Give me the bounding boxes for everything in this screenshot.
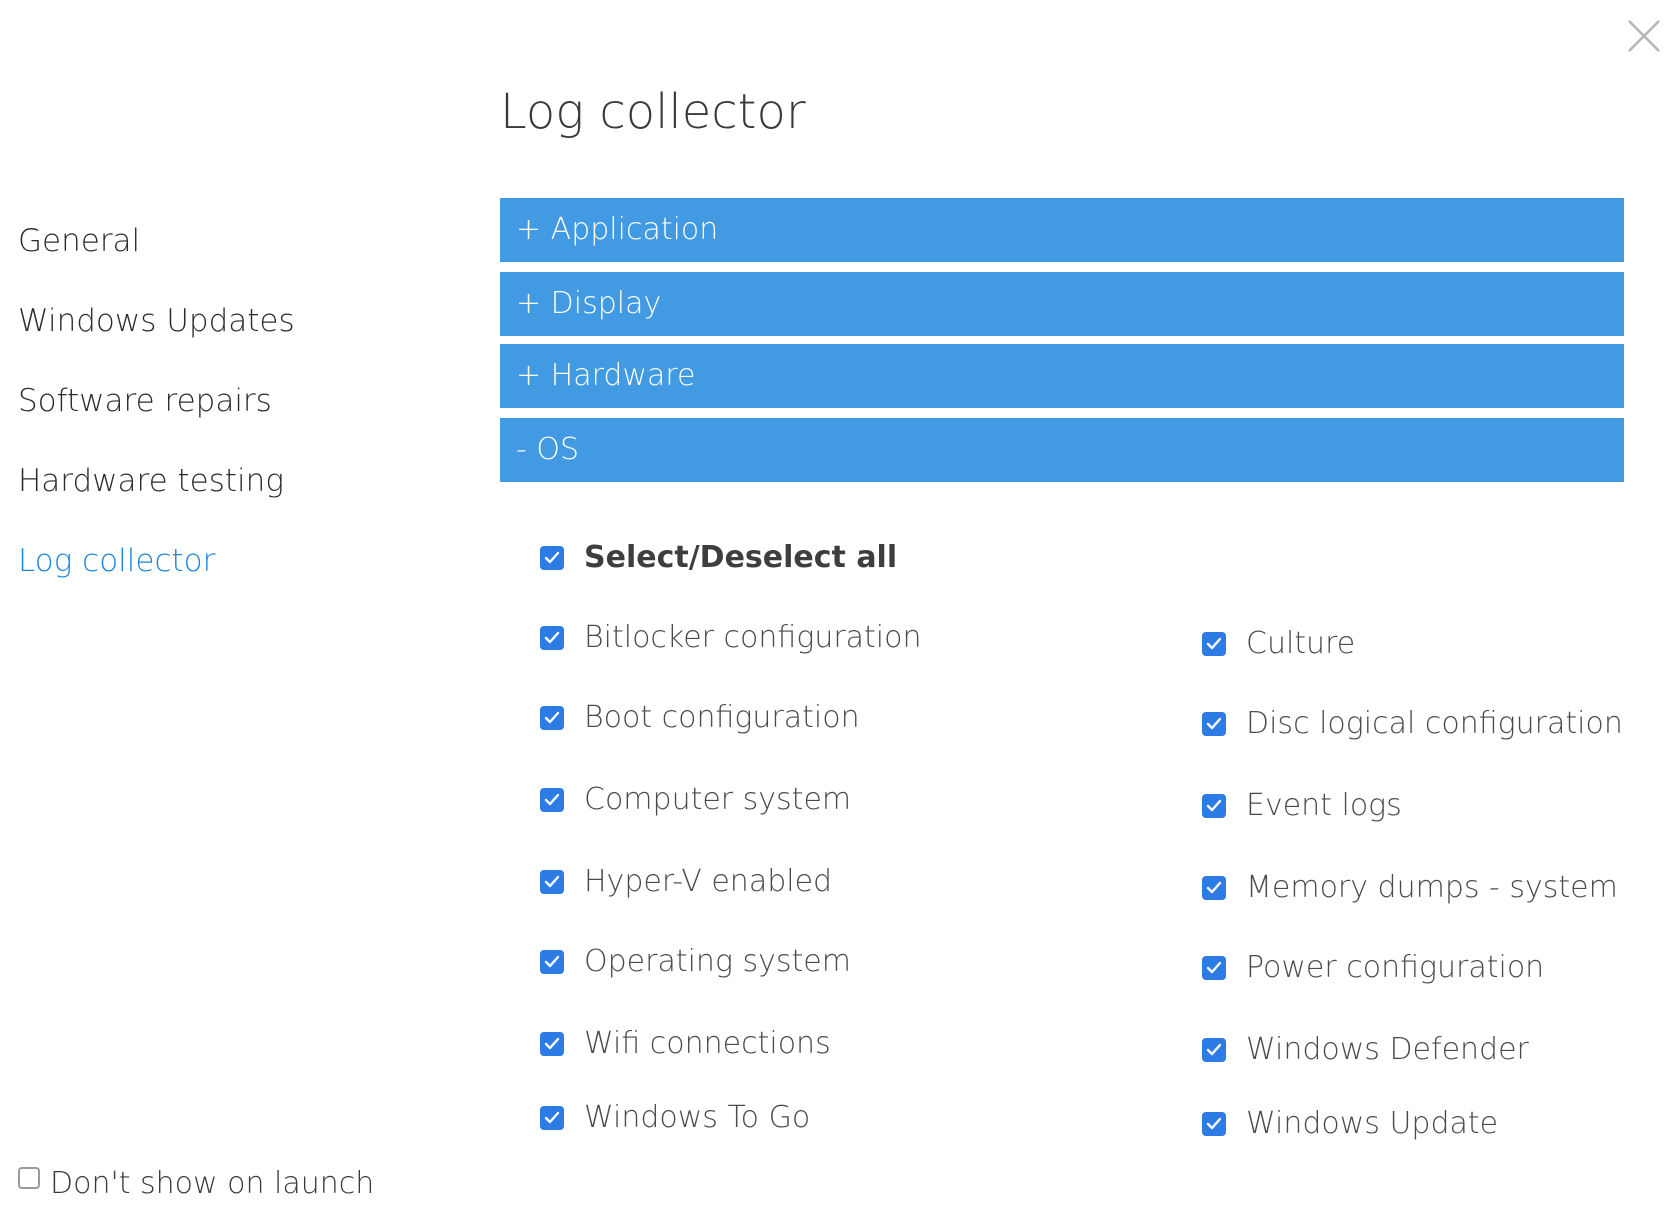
checked-box-icon <box>1202 1112 1226 1136</box>
option-label: Operating system <box>584 944 851 979</box>
close-icon <box>1628 20 1660 52</box>
section-header-os[interactable]: - OS <box>500 418 1624 482</box>
option-label: Windows Update <box>1246 1106 1499 1141</box>
checked-box-icon <box>1202 632 1226 656</box>
option-boot-configuration[interactable]: Boot configuration <box>540 698 860 738</box>
option-label: Culture <box>1246 626 1356 661</box>
section-header-hardware[interactable]: + Hardware <box>500 344 1624 408</box>
option-wifi-connections[interactable]: Wifi connections <box>540 1024 831 1064</box>
option-label: Power configuration <box>1246 950 1545 985</box>
sidebar-item-hardware-testing[interactable]: Hardware testing <box>18 461 284 501</box>
option-bitlocker-configuration[interactable]: Bitlocker configuration <box>540 618 922 658</box>
sidebar-item-software-repairs[interactable]: Software repairs <box>18 381 272 421</box>
checked-box-icon <box>540 1032 564 1056</box>
checked-box-icon <box>1202 794 1226 818</box>
option-label: Hyper-V enabled <box>584 864 833 899</box>
checked-box-icon <box>540 950 564 974</box>
page-title: Log collector <box>500 84 806 140</box>
option-label: Windows To Go <box>584 1100 811 1135</box>
option-label: Wifi connections <box>584 1026 831 1061</box>
option-windows-defender[interactable]: Windows Defender <box>1202 1030 1529 1070</box>
sidebar-item-log-collector[interactable]: Log collector <box>18 541 215 581</box>
checked-box-icon <box>1202 1038 1226 1062</box>
sidebar-nav: General Windows Updates Software repairs… <box>0 0 400 1232</box>
checked-box-icon <box>540 706 564 730</box>
option-hyper-v-enabled[interactable]: Hyper-V enabled <box>540 862 832 902</box>
sidebar-item-windows-updates[interactable]: Windows Updates <box>18 301 295 341</box>
option-memory-dumps-system[interactable]: Memory dumps - system <box>1202 868 1618 908</box>
option-computer-system[interactable]: Computer system <box>540 780 851 820</box>
option-label: Disc logical configuration <box>1246 706 1623 741</box>
checked-box-icon <box>1202 956 1226 980</box>
option-label: Windows Defender <box>1246 1032 1529 1067</box>
checked-box-icon <box>1202 876 1226 900</box>
option-label: Memory dumps - system <box>1246 870 1618 905</box>
dont-show-on-launch-label: Don't show on launch <box>50 1166 375 1201</box>
option-label: Boot configuration <box>584 700 860 735</box>
select-all-label: Select/Deselect all <box>584 540 898 575</box>
checked-box-icon <box>540 626 564 650</box>
option-windows-to-go[interactable]: Windows To Go <box>540 1098 810 1138</box>
close-button[interactable] <box>1626 18 1662 54</box>
checked-box-icon <box>540 788 564 812</box>
checked-box-icon <box>540 546 564 570</box>
section-header-application[interactable]: + Application <box>500 198 1624 262</box>
sidebar-item-general[interactable]: General <box>18 221 140 261</box>
option-event-logs[interactable]: Event logs <box>1202 786 1402 826</box>
checked-box-icon <box>1202 712 1226 736</box>
option-culture[interactable]: Culture <box>1202 624 1355 664</box>
log-collector-dialog: General Windows Updates Software repairs… <box>0 0 1672 1232</box>
checked-box-icon <box>540 870 564 894</box>
dont-show-on-launch-checkbox[interactable]: Don't show on launch <box>18 1164 374 1204</box>
option-label: Bitlocker configuration <box>584 620 922 655</box>
checked-box-icon <box>540 1106 564 1130</box>
option-label: Event logs <box>1246 788 1402 823</box>
option-disc-logical-configuration[interactable]: Disc logical configuration <box>1202 704 1623 744</box>
unchecked-box-icon <box>18 1167 40 1189</box>
select-all-checkbox[interactable]: Select/Deselect all <box>540 538 897 578</box>
option-power-configuration[interactable]: Power configuration <box>1202 948 1544 988</box>
option-label: Computer system <box>584 782 852 817</box>
option-windows-update[interactable]: Windows Update <box>1202 1104 1498 1144</box>
option-operating-system[interactable]: Operating system <box>540 942 851 982</box>
section-header-display[interactable]: + Display <box>500 272 1624 336</box>
